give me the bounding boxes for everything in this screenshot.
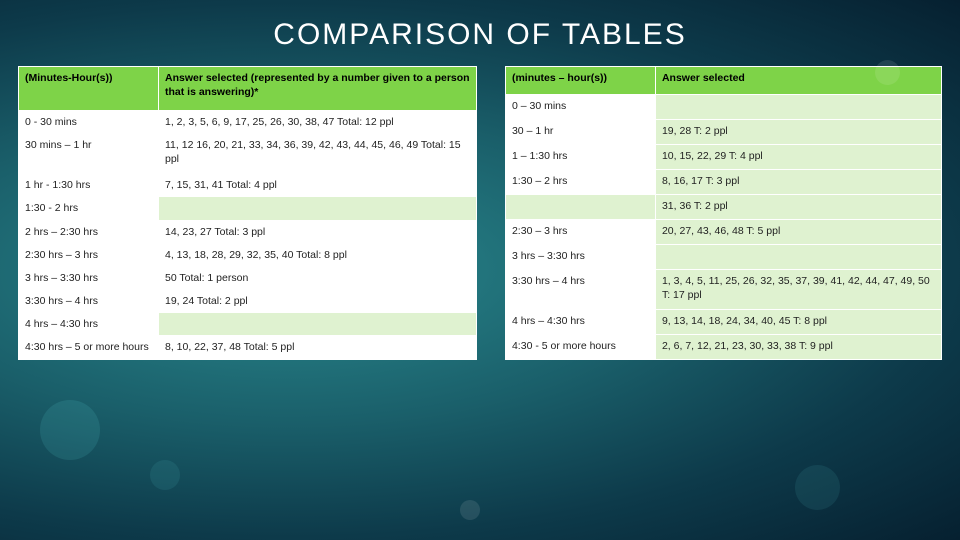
answer-cell: 19, 28 T: 2 ppl	[655, 119, 941, 144]
table-row: 1:30 - 2 hrs	[19, 197, 477, 220]
right-col1-header: (minutes – hour(s))	[505, 67, 655, 95]
table-row: 2:30 – 3 hrs 20, 27, 43, 46, 48 T: 5 ppl	[505, 219, 941, 244]
range-cell: 4:30 hrs – 5 or more hours	[19, 336, 159, 359]
range-cell: 1:30 – 2 hrs	[505, 169, 655, 194]
range-cell: 30 mins – 1 hr	[19, 134, 159, 174]
range-cell: 30 – 1 hr	[505, 119, 655, 144]
answer-cell: 8, 16, 17 T: 3 ppl	[655, 169, 941, 194]
tables-row: (Minutes-Hour(s)) Answer selected (repre…	[0, 66, 960, 360]
answer-cell: 1, 2, 3, 5, 6, 9, 17, 25, 26, 30, 38, 47…	[159, 111, 477, 134]
range-cell: 1:30 - 2 hrs	[19, 197, 159, 220]
answer-cell: 9, 13, 14, 18, 24, 34, 40, 45 T: 8 ppl	[655, 309, 941, 334]
range-cell: 4 hrs – 4:30 hrs	[19, 313, 159, 336]
table-row: 1:30 – 2 hrs 8, 16, 17 T: 3 ppl	[505, 169, 941, 194]
table-row: 4 hrs – 4:30 hrs 9, 13, 14, 18, 24, 34, …	[505, 309, 941, 334]
answer-cell	[159, 197, 477, 220]
table-row: 4:30 - 5 or more hours 2, 6, 7, 12, 21, …	[505, 334, 941, 359]
answer-cell	[655, 244, 941, 269]
range-cell: 0 - 30 mins	[19, 111, 159, 134]
table-row: 2 hrs – 2:30 hrs 14, 23, 27 Total: 3 ppl	[19, 220, 477, 243]
range-cell	[505, 194, 655, 219]
answer-cell: 7, 15, 31, 41 Total: 4 ppl	[159, 174, 477, 197]
answer-cell: 50 Total: 1 person	[159, 266, 477, 289]
answer-cell: 8, 10, 22, 37, 48 Total: 5 ppl	[159, 336, 477, 359]
table-row: 3:30 hrs – 4 hrs 19, 24 Total: 2 ppl	[19, 290, 477, 313]
range-cell: 2 hrs – 2:30 hrs	[19, 220, 159, 243]
answer-cell: 19, 24 Total: 2 ppl	[159, 290, 477, 313]
answer-cell: 1, 3, 4, 5, 11, 25, 26, 32, 35, 37, 39, …	[655, 269, 941, 309]
table-row: 0 - 30 mins 1, 2, 3, 5, 6, 9, 17, 25, 26…	[19, 111, 477, 134]
table-row: 3 hrs – 3:30 hrs	[505, 244, 941, 269]
table-row: 3 hrs – 3:30 hrs 50 Total: 1 person	[19, 266, 477, 289]
right-table: (minutes – hour(s)) Answer selected 0 – …	[505, 66, 942, 360]
table-row: 2:30 hrs – 3 hrs 4, 13, 18, 28, 29, 32, …	[19, 243, 477, 266]
answer-cell: 31, 36 T: 2 ppl	[655, 194, 941, 219]
answer-cell: 10, 15, 22, 29 T: 4 ppl	[655, 144, 941, 169]
table-row: 4 hrs – 4:30 hrs	[19, 313, 477, 336]
answer-cell: 14, 23, 27 Total: 3 ppl	[159, 220, 477, 243]
range-cell: 4:30 - 5 or more hours	[505, 334, 655, 359]
table-row: 0 – 30 mins	[505, 95, 941, 120]
range-cell: 3:30 hrs – 4 hrs	[505, 269, 655, 309]
answer-cell: 20, 27, 43, 46, 48 T: 5 ppl	[655, 219, 941, 244]
page-title: COMPARISON OF TABLES	[0, 0, 960, 66]
table-row: 3:30 hrs – 4 hrs 1, 3, 4, 5, 11, 25, 26,…	[505, 269, 941, 309]
table-row: 31, 36 T: 2 ppl	[505, 194, 941, 219]
range-cell: 3 hrs – 3:30 hrs	[19, 266, 159, 289]
range-cell: 2:30 hrs – 3 hrs	[19, 243, 159, 266]
range-cell: 1 hr - 1:30 hrs	[19, 174, 159, 197]
table-row: 30 – 1 hr 19, 28 T: 2 ppl	[505, 119, 941, 144]
left-table: (Minutes-Hour(s)) Answer selected (repre…	[18, 66, 477, 360]
table-row: 30 mins – 1 hr 11, 12 16, 20, 21, 33, 34…	[19, 134, 477, 174]
left-col1-header: (Minutes-Hour(s))	[19, 67, 159, 111]
table-row: 4:30 hrs – 5 or more hours 8, 10, 22, 37…	[19, 336, 477, 359]
range-cell: 0 – 30 mins	[505, 95, 655, 120]
answer-cell: 11, 12 16, 20, 21, 33, 34, 36, 39, 42, 4…	[159, 134, 477, 174]
answer-cell: 2, 6, 7, 12, 21, 23, 30, 33, 38 T: 9 ppl	[655, 334, 941, 359]
answer-cell	[655, 95, 941, 120]
range-cell: 3 hrs – 3:30 hrs	[505, 244, 655, 269]
range-cell: 3:30 hrs – 4 hrs	[19, 290, 159, 313]
answer-cell	[159, 313, 477, 336]
right-col2-header: Answer selected	[655, 67, 941, 95]
range-cell: 4 hrs – 4:30 hrs	[505, 309, 655, 334]
table-row: 1 – 1:30 hrs 10, 15, 22, 29 T: 4 ppl	[505, 144, 941, 169]
range-cell: 2:30 – 3 hrs	[505, 219, 655, 244]
table-row: 1 hr - 1:30 hrs 7, 15, 31, 41 Total: 4 p…	[19, 174, 477, 197]
range-cell: 1 – 1:30 hrs	[505, 144, 655, 169]
left-col2-header: Answer selected (represented by a number…	[159, 67, 477, 111]
answer-cell: 4, 13, 18, 28, 29, 32, 35, 40 Total: 8 p…	[159, 243, 477, 266]
